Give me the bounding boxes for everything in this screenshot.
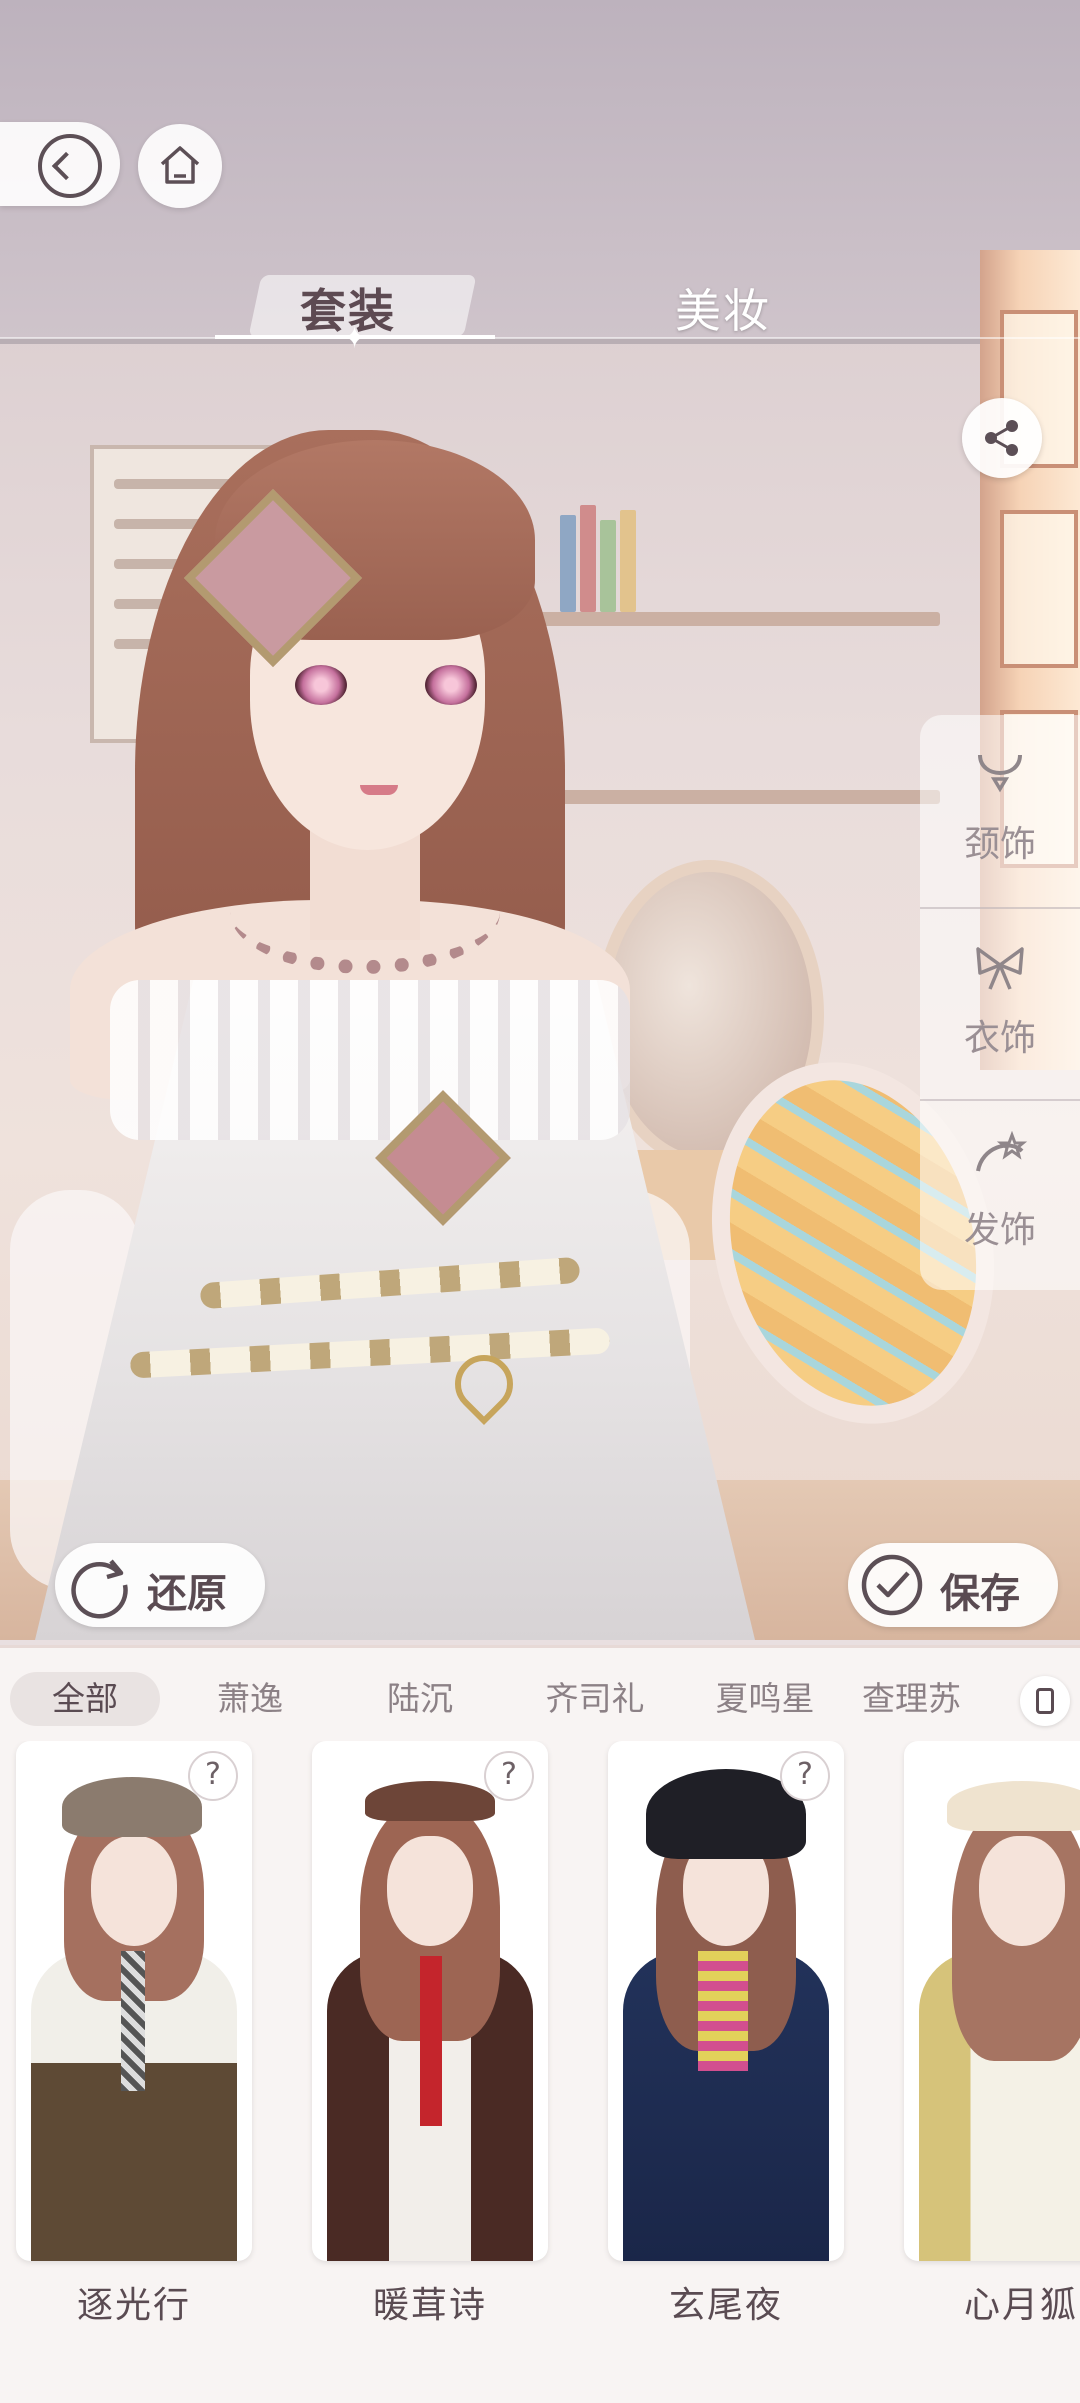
character-left-eye [295, 665, 347, 705]
save-button[interactable]: 保存 [848, 1543, 1058, 1627]
filter-qi-sili[interactable]: 齐司礼 [510, 1672, 680, 1726]
outfit-figure-fox-ears [947, 1781, 1080, 1831]
main-tabs: 套装 美妆 ✦ [0, 255, 1080, 356]
accessory-label: 发饰 [963, 1210, 1036, 1251]
pearl-necklace [230, 850, 500, 974]
character-filter-bar: 全部 萧逸 陆沉 齐司礼 夏鸣星 查理苏 [0, 1668, 1080, 1732]
accessory-panel: 颈饰 衣饰 发饰 [920, 715, 1080, 1290]
outfit-figure-scarf [698, 1951, 748, 2071]
accessory-label: 颈饰 [963, 824, 1036, 865]
outfit-figure-face [387, 1836, 473, 1946]
outfit-figure-headband [365, 1781, 495, 1821]
outfit-panel: 全部 萧逸 陆沉 齐司礼 夏鸣星 查理苏 ? 逐光行 ? 暖茸诗 ? 玄尾夜 心… [0, 1645, 1080, 2403]
back-arrow-icon [38, 134, 102, 198]
share-button[interactable] [962, 398, 1042, 478]
filter-xia-mingxing[interactable]: 夏鸣星 [680, 1672, 850, 1726]
outfit-card[interactable]: ? [608, 1741, 844, 2261]
filter-lu-chen[interactable]: 陆沉 [345, 1672, 495, 1726]
view-toggle-icon[interactable] [1020, 1676, 1070, 1726]
outfit-card[interactable] [904, 1741, 1080, 2261]
restore-icon [71, 1559, 128, 1619]
filter-cha-lisu[interactable]: 查理苏 [862, 1672, 962, 1726]
tab-makeup[interactable]: 美妆 [675, 275, 771, 341]
bow-icon [976, 947, 1024, 990]
outfit-card[interactable]: ? [16, 1741, 252, 2261]
restore-label: 还原 [147, 1571, 227, 1617]
question-badge[interactable]: ? [484, 1751, 534, 1801]
outfit-figure-hat [62, 1777, 202, 1837]
tab-divider [0, 337, 1080, 339]
check-icon [861, 1554, 923, 1616]
accessory-hair[interactable]: 发饰 [920, 1099, 1080, 1291]
accessory-necklace[interactable]: 颈饰 [920, 715, 1080, 905]
question-badge[interactable]: ? [780, 1751, 830, 1801]
sparkle-icon: ✦ [342, 321, 368, 356]
outfit-list: ? 逐光行 ? 暖茸诗 ? 玄尾夜 心月狐 [0, 1741, 1080, 2361]
filter-xiao-yi[interactable]: 萧逸 [175, 1672, 325, 1726]
necklace-icon [978, 754, 1022, 793]
outfit-figure-tie [121, 1951, 145, 2091]
outfit-name: 心月狐 [964, 2285, 1079, 2326]
outfit-name: 逐光行 [76, 2285, 191, 2326]
outfit-figure-face [91, 1836, 177, 1946]
hairpin-icon [976, 1131, 1028, 1172]
filter-all[interactable]: 全部 [10, 1672, 160, 1726]
save-label: 保存 [940, 1571, 1020, 1617]
accessory-label: 衣饰 [963, 1018, 1036, 1059]
accessory-clothing[interactable]: 衣饰 [920, 907, 1080, 1099]
restore-button[interactable]: 还原 [55, 1543, 265, 1627]
character-model [0, 420, 800, 1640]
share-icon [985, 420, 1018, 456]
character-right-eye [425, 665, 477, 705]
outfit-figure-face [979, 1836, 1065, 1946]
outfit-name: 玄尾夜 [668, 2285, 783, 2326]
dress-ruffle [110, 980, 630, 1140]
home-icon [160, 146, 200, 184]
outfit-card[interactable]: ? [312, 1741, 548, 2261]
back-button[interactable] [0, 122, 120, 206]
question-badge[interactable]: ? [188, 1751, 238, 1801]
outfit-name: 暖茸诗 [372, 2285, 487, 2326]
home-button[interactable] [138, 124, 222, 208]
outfit-figure-tie [420, 1956, 442, 2126]
character-mouth [360, 785, 398, 795]
dressing-room-background [0, 0, 1080, 1640]
